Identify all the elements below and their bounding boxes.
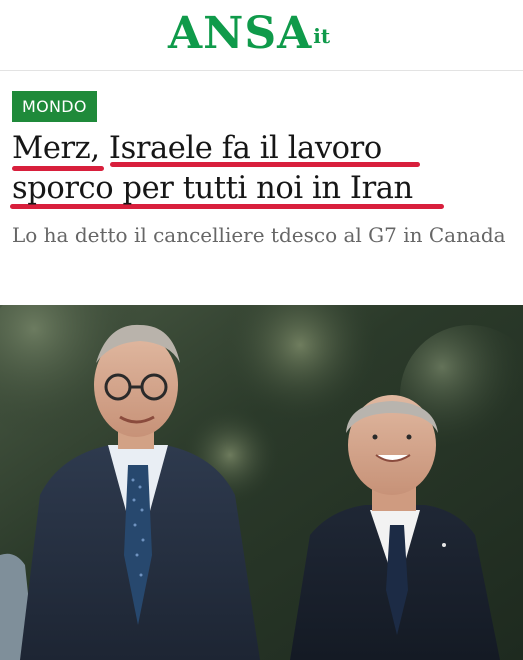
headline-line-1: Merz, Israele fa il lavoro <box>12 131 382 166</box>
article-subtitle: Lo ha detto il cancelliere tdesco al G7 … <box>12 223 506 247</box>
logo-wordmark: ANSA <box>168 8 313 59</box>
logo-suffix: it <box>313 24 331 48</box>
photo-illustration <box>0 305 523 660</box>
site-header: ANSA it <box>0 0 523 71</box>
ansa-logo[interactable]: ANSA it <box>168 8 330 60</box>
article-photo[interactable] <box>0 305 523 660</box>
article-headline[interactable]: Merz, Israele fa il lavoro sporco per tu… <box>12 129 512 209</box>
section-badge[interactable]: MONDO <box>12 91 97 122</box>
article-header: MONDO Merz, Israele fa il lavoro sporco … <box>0 71 523 305</box>
headline-line-2: sporco per tutti noi in Iran <box>12 171 413 206</box>
